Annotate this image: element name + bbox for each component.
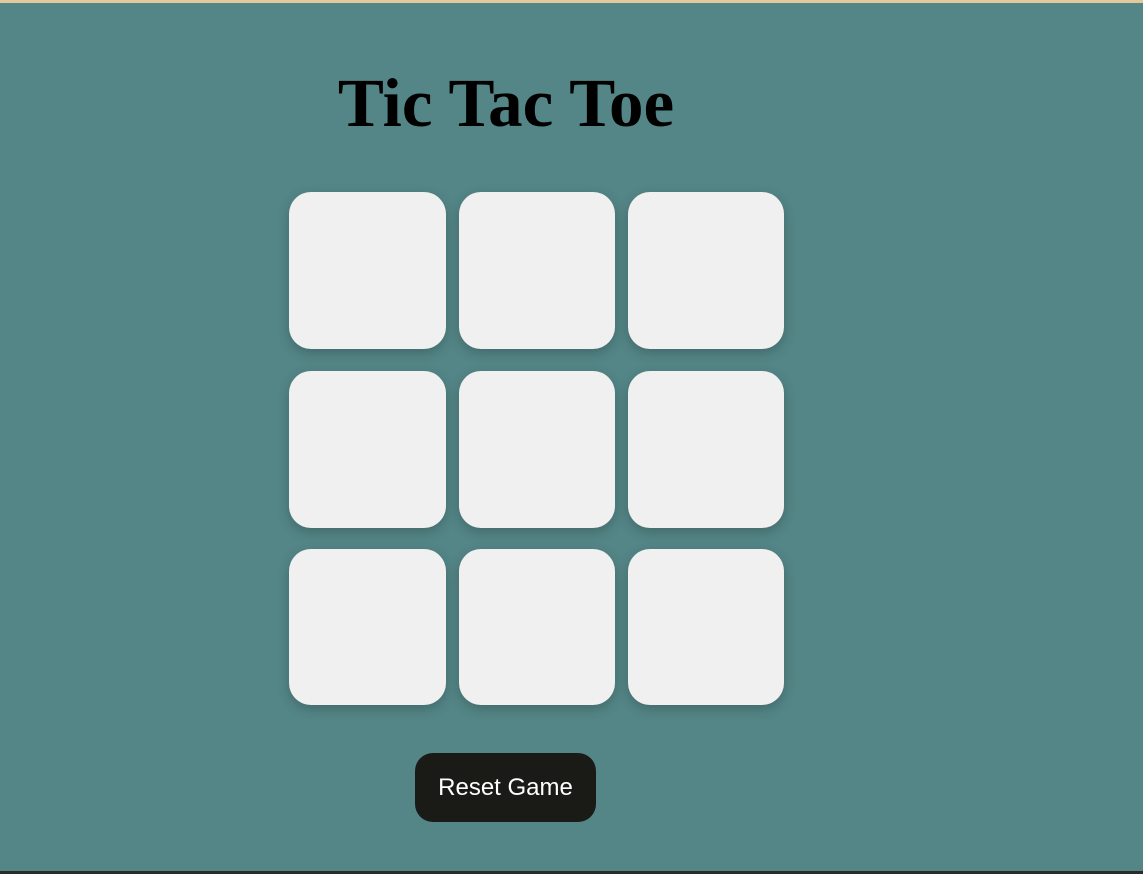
board-cell-8[interactable] — [459, 549, 615, 705]
board-cell-9[interactable] — [628, 549, 784, 705]
board-cell-2[interactable] — [459, 192, 615, 349]
board-cell-4[interactable] — [289, 370, 446, 528]
page-title: Tic Tac Toe — [337, 65, 675, 141]
game-board — [289, 192, 784, 705]
board-cell-3[interactable] — [628, 192, 784, 349]
board-cell-1[interactable] — [289, 192, 446, 349]
reset-game-button[interactable]: Reset Game — [415, 753, 596, 822]
board-cell-6[interactable] — [628, 370, 784, 528]
top-border-strip — [0, 0, 1143, 3]
board-cell-5[interactable] — [459, 370, 615, 528]
board-cell-7[interactable] — [289, 549, 446, 705]
